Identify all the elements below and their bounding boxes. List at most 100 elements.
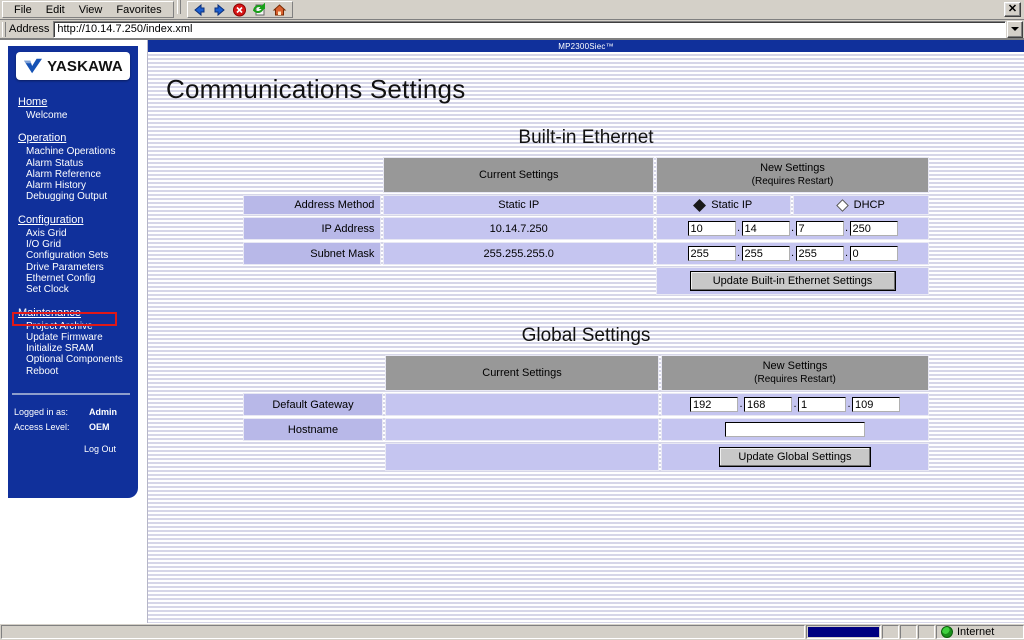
- status-message: [1, 625, 805, 639]
- ip-octet-2-input[interactable]: [741, 221, 790, 236]
- radio-dhcp-icon[interactable]: [835, 198, 849, 212]
- subnet-octet-1-input[interactable]: [687, 246, 736, 261]
- hostname-input[interactable]: [725, 422, 865, 437]
- menu-edit[interactable]: Edit: [39, 3, 72, 17]
- subnet-octet-3-input[interactable]: [795, 246, 844, 261]
- sidebar-heading-configuration[interactable]: Configuration: [18, 214, 138, 226]
- sidebar-item-machine-operations[interactable]: Machine Operations: [18, 146, 138, 157]
- current-address-method: Static IP: [383, 195, 655, 215]
- gateway-octet-2-input[interactable]: [744, 397, 792, 412]
- sidebar-item-drive-parameters[interactable]: Drive Parameters: [18, 262, 138, 273]
- global-header-new-settings-main: New Settings: [762, 360, 828, 372]
- page-title: Communications Settings: [166, 74, 466, 104]
- address-input[interactable]: http://10.14.7.250/index.xml: [53, 20, 1006, 38]
- toolbar-grip[interactable]: [176, 0, 181, 14]
- sidebar-item-update-firmware[interactable]: Update Firmware: [18, 332, 138, 343]
- logged-in-row: Logged in as: Admin: [14, 405, 138, 420]
- table-row: Subnet Mask 255.255.255.0 . . .: [243, 242, 929, 265]
- current-hostname: [385, 418, 659, 441]
- table-action-row: Update Global Settings: [243, 443, 929, 471]
- sidebar-item-debugging-output[interactable]: Debugging Output: [18, 191, 138, 202]
- sidebar-item-alarm-reference[interactable]: Alarm Reference: [18, 169, 138, 180]
- access-level-value: OEM: [89, 422, 110, 433]
- sidebar-item-io-grid[interactable]: I/O Grid: [18, 239, 138, 250]
- radio-dhcp-label: DHCP: [853, 199, 885, 211]
- ip-octet-4-input[interactable]: [849, 221, 898, 236]
- address-grip[interactable]: [2, 21, 6, 37]
- menu-group: File Edit View Favorites: [2, 1, 174, 18]
- global-header-corner-spacer: [243, 355, 383, 391]
- sidebar-divider: [12, 393, 130, 396]
- radio-static-ip-label: Static IP: [711, 199, 753, 211]
- back-icon[interactable]: [191, 2, 209, 18]
- current-default-gateway: [385, 393, 659, 416]
- ip-octet-1-input[interactable]: [687, 221, 736, 236]
- radio-static-ip[interactable]: Static IP: [656, 195, 792, 215]
- sidebar-item-initialize-sram[interactable]: Initialize SRAM: [18, 343, 138, 354]
- sidebar-item-configuration-sets[interactable]: Configuration Sets: [18, 250, 138, 261]
- menu-favorites[interactable]: Favorites: [109, 3, 168, 17]
- menu-bar: File Edit View Favorites ✕: [0, 0, 1024, 20]
- gateway-octet-4-input[interactable]: [852, 397, 900, 412]
- menu-file-label: File: [14, 3, 32, 16]
- sidebar-nav: Home Welcome Operation Machine Operation…: [8, 96, 138, 377]
- stop-icon[interactable]: [231, 2, 249, 18]
- sidebar-item-set-clock[interactable]: Set Clock: [18, 284, 138, 295]
- status-pane-2: [900, 625, 917, 639]
- close-icon[interactable]: ✕: [1004, 2, 1021, 17]
- new-hostname-cell: [661, 418, 929, 441]
- section-title-builtin: Built-in Ethernet: [518, 127, 654, 148]
- sidebar-item-optional-components[interactable]: Optional Components: [18, 354, 138, 365]
- gateway-octet-1-input[interactable]: [690, 397, 738, 412]
- address-dropdown-icon[interactable]: [1007, 20, 1023, 38]
- update-global-cell: Update Global Settings: [661, 443, 929, 471]
- logged-in-value: Admin: [89, 407, 117, 418]
- subnet-octet-2-input[interactable]: [741, 246, 790, 261]
- forward-icon[interactable]: [211, 2, 229, 18]
- sidebar-item-reboot[interactable]: Reboot: [18, 366, 138, 377]
- global-header-new-settings: New Settings (Requires Restart): [661, 355, 929, 391]
- row-label-hostname: Hostname: [243, 418, 383, 441]
- global-header-current-settings: Current Settings: [385, 355, 659, 391]
- radio-static-ip-icon[interactable]: [693, 198, 707, 212]
- sidebar-heading-maintenance[interactable]: Maintenance: [18, 307, 138, 319]
- browser-window: File Edit View Favorites ✕ Address http:…: [0, 0, 1024, 640]
- new-ip-address-cell: . . .: [656, 217, 929, 240]
- ip-octet-3-input[interactable]: [795, 221, 844, 236]
- update-global-settings-button[interactable]: Update Global Settings: [719, 447, 871, 467]
- current-subnet-mask: 255.255.255.0: [383, 242, 655, 265]
- menu-favorites-label: Favorites: [116, 3, 162, 16]
- menu-file[interactable]: File: [7, 3, 39, 17]
- sidebar-heading-operation[interactable]: Operation: [18, 132, 138, 144]
- table-row: Hostname: [243, 418, 929, 441]
- sidebar-item-alarm-status[interactable]: Alarm Status: [18, 158, 138, 169]
- subnet-octet-4-input[interactable]: [849, 246, 898, 261]
- sidebar-item-project-archive[interactable]: Project Archive: [18, 321, 138, 332]
- sidebar-item-welcome[interactable]: Welcome: [18, 110, 138, 121]
- gateway-octet-3-input[interactable]: [798, 397, 846, 412]
- update-builtin-ethernet-button[interactable]: Update Built-in Ethernet Settings: [689, 271, 896, 291]
- header-new-settings: New Settings (Requires Restart): [656, 157, 929, 193]
- refresh-icon[interactable]: [251, 2, 269, 18]
- update-builtin-cell: Update Built-in Ethernet Settings: [656, 267, 929, 295]
- sidebar-item-axis-grid[interactable]: Axis Grid: [18, 228, 138, 239]
- device-title: MP2300Siec™: [558, 41, 614, 51]
- menu-view[interactable]: View: [72, 3, 110, 17]
- table-row: Default Gateway . . .: [243, 393, 929, 416]
- sidebar-item-ethernet-config[interactable]: Ethernet Config: [18, 273, 138, 284]
- radio-dhcp[interactable]: DHCP: [793, 195, 929, 215]
- yaskawa-logo-text: YASKAWA: [47, 57, 123, 75]
- header-corner-spacer: [243, 157, 381, 193]
- status-zone-label: Internet: [957, 626, 995, 638]
- logout-link[interactable]: Log Out: [14, 444, 138, 454]
- sidebar-item-alarm-history[interactable]: Alarm History: [18, 180, 138, 191]
- sidebar-heading-home[interactable]: Home: [18, 96, 138, 108]
- table-row: Address Method Static IP Static IP DHCP: [243, 195, 929, 215]
- sidebar: YASKAWA Home Welcome Operation Machine O…: [8, 46, 138, 498]
- status-pane-1: [882, 625, 899, 639]
- home-icon[interactable]: [271, 2, 289, 18]
- global-settings-table: Current Settings New Settings (Requires …: [241, 353, 931, 473]
- row-label-address-method: Address Method: [243, 195, 382, 215]
- row-label-subnet-mask: Subnet Mask: [243, 242, 382, 265]
- new-subnet-mask-cell: . . .: [656, 242, 929, 265]
